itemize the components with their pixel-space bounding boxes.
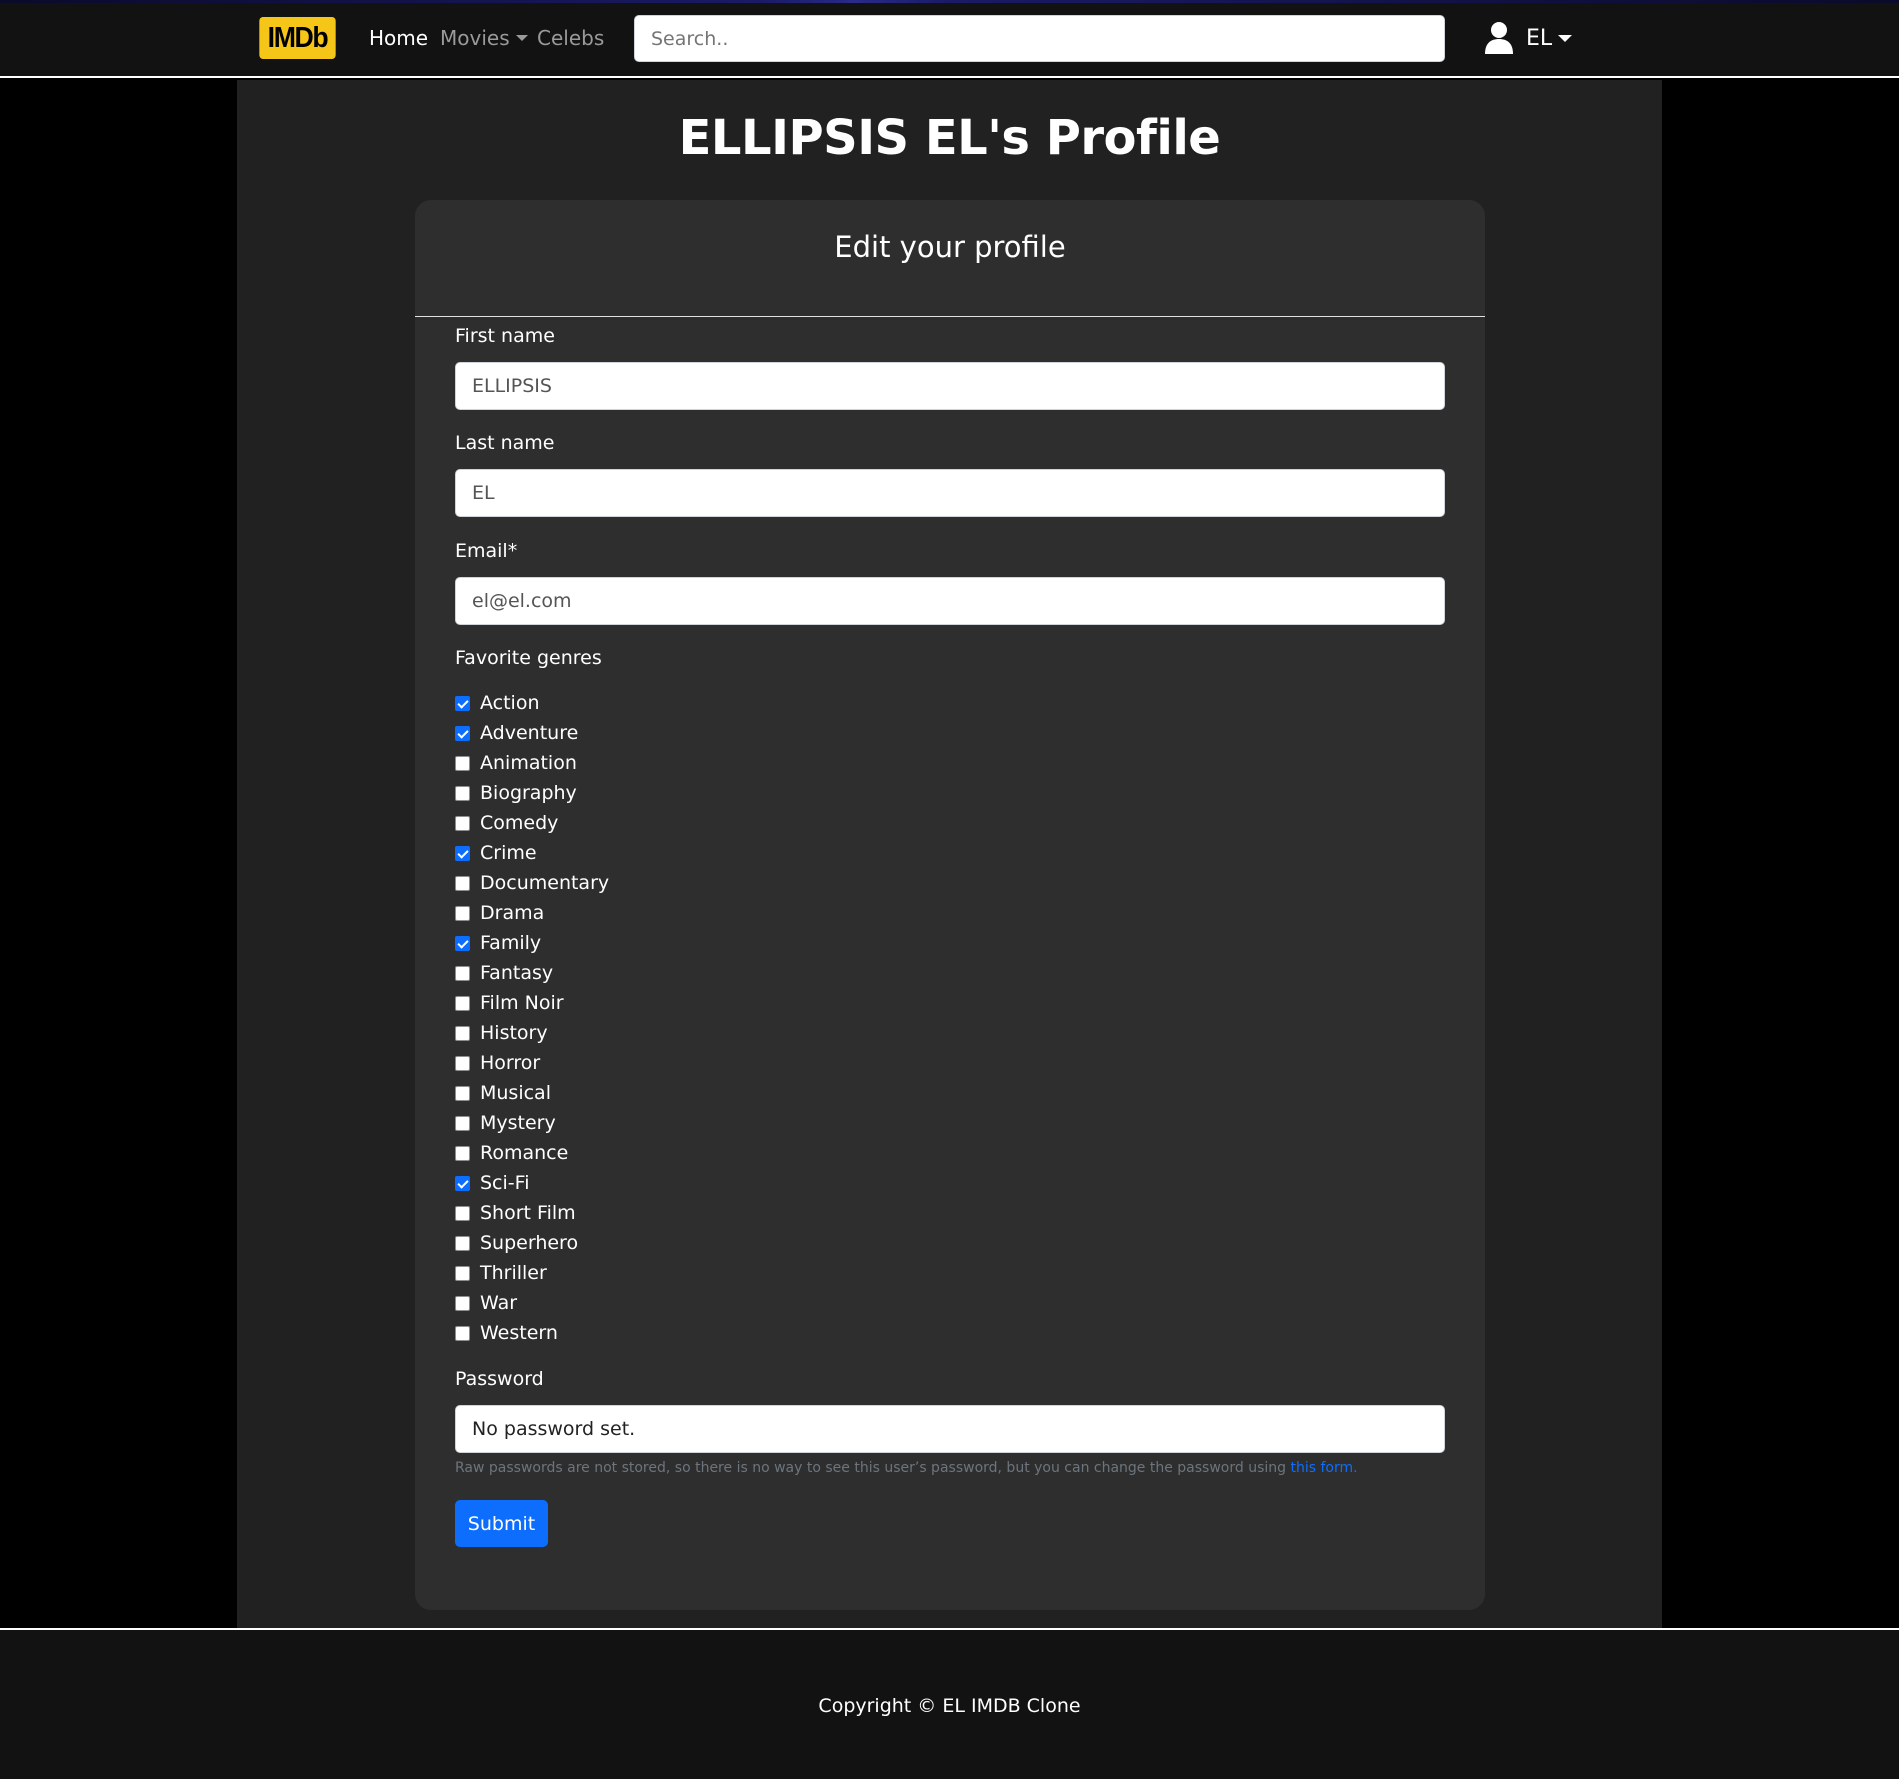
favorite-genres-label: Favorite genres [455,647,602,669]
genre-label: Superhero [480,1232,579,1254]
first-name-field[interactable]: ELLIPSIS [455,362,1445,410]
genre-option-sci-fi[interactable]: Sci-Fi [455,1168,529,1198]
genre-label: Musical [480,1082,551,1104]
genre-label: Romance [480,1142,569,1164]
genre-option-horror[interactable]: Horror [455,1048,540,1078]
first-name-label: First name [455,325,555,347]
genre-option-comedy[interactable]: Comedy [455,808,558,838]
password-help-text: Raw passwords are not stored, so there i… [455,1460,1358,1476]
genre-checkbox[interactable] [455,1325,470,1341]
search-input[interactable] [634,15,1445,62]
genre-label: Comedy [480,812,559,834]
genre-option-mystery[interactable]: Mystery [455,1108,556,1138]
page-title: ELLIPSIS EL's Profile [678,110,1221,166]
genre-checkbox[interactable] [455,935,470,951]
genre-checkbox[interactable] [455,1145,470,1161]
top-navbar: IMDb Home Movies Celebs EL [0,0,1899,78]
nav-movies-label: Movies [440,26,510,50]
navbar-top-accent-line [0,0,1899,3]
nav-link-celebs[interactable]: Celebs [537,26,604,50]
genre-label: Documentary [480,872,610,894]
password-help-message: Raw passwords are not stored, so there i… [455,1460,1291,1476]
password-label: Password [455,1368,544,1390]
genre-label: Short Film [480,1202,576,1224]
genre-option-biography[interactable]: Biography [455,778,577,808]
genre-checkbox[interactable] [455,1295,470,1311]
genre-option-action[interactable]: Action [455,688,540,718]
genre-label: Mystery [480,1112,556,1134]
genre-checkbox[interactable] [455,1055,470,1071]
genre-checkbox[interactable] [455,905,470,921]
genre-option-animation[interactable]: Animation [455,748,577,778]
user-icon [1485,22,1513,54]
genre-label: Action [480,692,540,714]
genre-checkbox[interactable] [455,1085,470,1101]
genre-label: Family [480,932,542,954]
genre-option-romance[interactable]: Romance [455,1138,568,1168]
genre-label: Biography [480,782,577,804]
genre-option-history[interactable]: History [455,1018,548,1048]
page-footer: Copyright © EL IMDB Clone [0,1628,1899,1779]
genre-checkbox[interactable] [455,1025,470,1041]
genre-checkbox[interactable] [455,875,470,891]
genre-label: Adventure [480,722,579,744]
genre-checkbox[interactable] [455,995,470,1011]
chevron-down-icon [515,35,528,41]
last-name-field[interactable]: EL [455,469,1445,517]
edit-profile-card: Edit your profile First name ELLIPSIS La… [415,200,1485,1610]
genre-checkbox[interactable] [455,965,470,981]
genre-checkbox[interactable] [455,785,470,801]
genre-label: History [480,1022,548,1044]
user-menu-dropdown[interactable]: EL [1484,18,1573,58]
password-help-period: . [1353,1460,1358,1476]
genre-option-war[interactable]: War [455,1288,517,1318]
password-field: No password set. [455,1405,1445,1453]
genre-option-family[interactable]: Family [455,928,541,958]
footer-copyright: Copyright © EL IMDB Clone [818,1695,1081,1717]
genre-label: Animation [480,752,577,774]
genre-option-western[interactable]: Western [455,1318,558,1348]
genre-option-crime[interactable]: Crime [455,838,537,868]
genre-option-adventure[interactable]: Adventure [455,718,578,748]
genre-checkbox[interactable] [455,695,470,711]
genre-checkbox[interactable] [455,1235,470,1251]
genre-option-film-noir[interactable]: Film Noir [455,988,564,1018]
card-title: Edit your profile [834,230,1066,264]
nav-dropdown-movies[interactable]: Movies [440,26,528,50]
last-name-label: Last name [455,432,555,454]
user-initials: EL [1526,25,1553,51]
genre-label: Film Noir [480,992,564,1014]
genre-label: Western [480,1322,558,1344]
genre-label: Sci-Fi [480,1172,530,1194]
genre-checkbox[interactable] [455,1265,470,1281]
genre-checkbox[interactable] [455,815,470,831]
genre-option-musical[interactable]: Musical [455,1078,551,1108]
genre-option-superhero[interactable]: Superhero [455,1228,578,1258]
genre-option-documentary[interactable]: Documentary [455,868,609,898]
genre-checkbox[interactable] [455,725,470,741]
nav-link-home[interactable]: Home [369,26,428,50]
email-label: Email* [455,540,518,562]
change-password-link[interactable]: this form [1290,1460,1353,1476]
chevron-down-icon [1558,34,1573,42]
genre-checkbox[interactable] [455,755,470,771]
email-field[interactable]: el@el.com [455,577,1445,625]
genre-label: Drama [480,902,545,924]
genre-checkbox[interactable] [455,1175,470,1191]
genre-option-fantasy[interactable]: Fantasy [455,958,553,988]
genre-checkbox[interactable] [455,845,470,861]
imdb-logo[interactable]: IMDb [259,17,336,59]
genre-label: War [480,1292,518,1314]
genre-label: Thriller [480,1262,547,1284]
genre-checkbox[interactable] [455,1205,470,1221]
genre-option-thriller[interactable]: Thriller [455,1258,547,1288]
genre-label: Fantasy [480,962,554,984]
submit-button[interactable]: Submit [455,1500,548,1547]
genre-option-short-film[interactable]: Short Film [455,1198,576,1228]
card-header: Edit your profile [415,200,1485,317]
genre-option-drama[interactable]: Drama [455,898,544,928]
genre-label: Horror [480,1052,541,1074]
genre-checkbox[interactable] [455,1115,470,1131]
genre-label: Crime [480,842,537,864]
